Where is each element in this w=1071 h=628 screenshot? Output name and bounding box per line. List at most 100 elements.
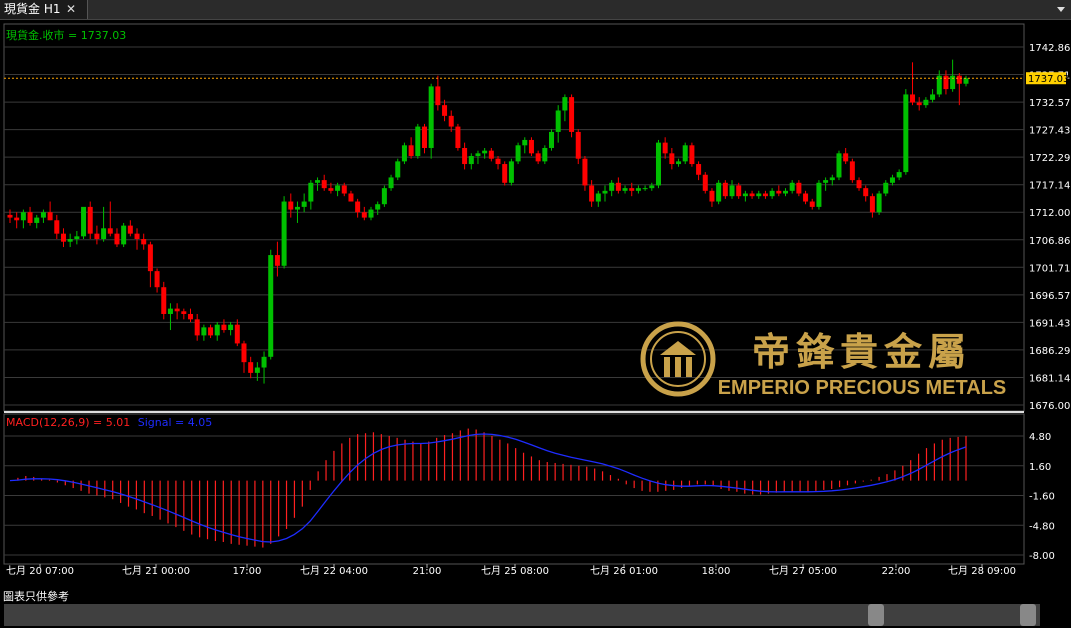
candle-body <box>789 182 795 191</box>
candle-body <box>816 182 822 207</box>
brand-logo: 帝鋒貴金屬 EMPERIO PRECIOUS METALS <box>640 321 1007 399</box>
candle-body <box>20 212 26 221</box>
candle-body <box>141 239 147 245</box>
candle-body <box>395 161 401 178</box>
candle-body <box>174 308 180 312</box>
candle-body <box>569 97 575 132</box>
macd-legend: MACD(12,26,9) = 5.01 Signal = 4.05 <box>6 416 212 429</box>
candle-body <box>615 182 621 191</box>
candle-body <box>274 255 280 266</box>
candle-body <box>375 204 381 210</box>
macd-tick-label: -8.00 <box>1029 551 1055 562</box>
candle-body <box>923 99 929 106</box>
scrollbar-end-handle[interactable] <box>1020 604 1036 626</box>
price-tick-label: 1727.43 <box>1029 126 1070 137</box>
candle-body <box>869 196 875 213</box>
candle-body <box>729 185 735 197</box>
logo-english-text: EMPERIO PRECIOUS METALS <box>718 377 1007 399</box>
candle-body <box>114 233 120 245</box>
scrollbar-thumb[interactable] <box>868 604 884 626</box>
candle-body <box>722 182 728 197</box>
candle-body <box>60 233 66 242</box>
candle-body <box>522 139 528 146</box>
candle-body <box>7 214 13 218</box>
candle-body <box>328 188 334 191</box>
candle-body <box>147 244 153 272</box>
candle-body <box>662 142 668 154</box>
candle-body <box>896 172 902 178</box>
candle-body <box>635 188 641 191</box>
price-tick-label: 1701.71 <box>1029 263 1070 274</box>
candle-body <box>281 201 287 266</box>
candle-body <box>67 239 73 242</box>
candle-body <box>943 75 949 90</box>
signal-value: Signal = 4.05 <box>138 416 213 429</box>
candle-body <box>916 102 922 106</box>
candle-body <box>682 145 688 162</box>
candle-body <box>408 145 414 157</box>
signal-line <box>9 433 967 543</box>
logo-pillar <box>664 357 670 377</box>
time-tick-label: 七月 26 01:00 <box>590 565 658 577</box>
disclaimer: 圖表只供參考 <box>3 590 69 603</box>
candle-body <box>248 362 254 373</box>
time-tick-label: 七月 25 08:00 <box>481 565 549 577</box>
candle-body <box>54 220 60 234</box>
candle-body <box>475 153 481 157</box>
candle-body <box>34 217 40 223</box>
time-tick-label: 七月 21 00:00 <box>122 565 190 577</box>
time-tick-label: 22:00 <box>882 566 911 577</box>
candle-body <box>649 185 655 189</box>
price-tick-label: 1717.14 <box>1029 181 1070 192</box>
chart-scrollbar[interactable] <box>4 604 1040 626</box>
candle-body <box>629 188 635 191</box>
candle-body <box>107 228 113 234</box>
candle-body <box>455 126 461 148</box>
candle-body <box>549 131 555 148</box>
candle-body <box>401 145 407 162</box>
candle-body <box>101 228 107 240</box>
candle-body <box>74 236 80 240</box>
candle-body <box>288 201 294 210</box>
candle-body <box>468 156 474 165</box>
candle-body <box>642 188 648 190</box>
time-tick-label: 七月 20 07:00 <box>6 565 74 577</box>
candle-body <box>575 131 581 159</box>
candle-body <box>589 185 595 202</box>
candle-body <box>602 190 608 194</box>
candle-body <box>167 308 173 314</box>
candle-body <box>435 86 441 106</box>
candle-body <box>562 97 568 111</box>
candle-body <box>228 324 234 331</box>
logo-roof <box>660 341 696 355</box>
candle-body <box>782 190 788 194</box>
candle-body <box>502 164 508 183</box>
price-tick-label: 1732.57 <box>1029 98 1070 109</box>
candle-body <box>234 324 240 344</box>
candle-body <box>528 139 534 154</box>
candle-body <box>836 153 842 178</box>
time-tick-label: 七月 27 05:00 <box>769 565 837 577</box>
candle-body <box>863 188 869 197</box>
macd-tick-label: 4.80 <box>1029 432 1051 443</box>
candle-body <box>849 161 855 181</box>
chevron-down-icon[interactable] <box>1057 7 1065 12</box>
candle-body <box>829 177 835 181</box>
chart-tab[interactable]: 現貨金 H1 ✕ <box>0 0 88 19</box>
candle-body <box>769 190 775 197</box>
macd-tick-label: -1.60 <box>1029 492 1055 503</box>
candle-body <box>462 147 468 165</box>
candle-body <box>154 271 160 288</box>
candle-body <box>127 225 133 234</box>
logo-pillar <box>675 357 681 377</box>
candle-body <box>94 233 100 240</box>
candle-body <box>40 212 46 218</box>
candle-body <box>910 94 916 103</box>
price-tick-label: 1722.29 <box>1029 153 1070 164</box>
current-price-tag-label: 1737.03 <box>1028 74 1069 85</box>
close-icon[interactable]: ✕ <box>66 0 76 19</box>
candle-body <box>963 78 969 84</box>
price-tick-label: 1712.00 <box>1029 208 1070 219</box>
candle-body <box>515 145 521 162</box>
candle-body <box>903 94 909 173</box>
